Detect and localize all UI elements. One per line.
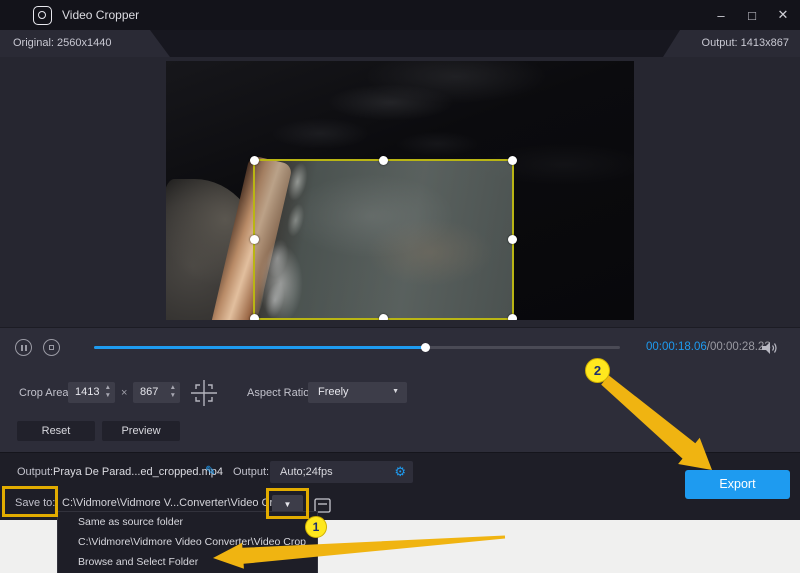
times-glyph: × — [121, 387, 127, 399]
crop-handle-top-left[interactable] — [250, 156, 259, 165]
rename-icon[interactable]: ✎ — [205, 463, 216, 479]
window-controls: – □ ✕ — [714, 0, 790, 30]
seek-slider-progress — [94, 346, 425, 349]
video-preview-area — [0, 57, 800, 327]
original-resolution-tab: Original: 2560x1440 — [0, 30, 170, 57]
output-file-label: Output: — [17, 466, 53, 478]
save-path-value: C:\Vidmore\Vidmore V...Converter\Video C… — [62, 497, 285, 509]
menu-item-browse[interactable]: Browse and Select Folder — [58, 552, 317, 572]
aspect-ratio-select[interactable]: Freely ▼ — [308, 382, 407, 403]
aspect-ratio-label: Aspect Ratio: — [247, 387, 312, 399]
aspect-ratio-value: Freely — [318, 386, 349, 398]
crop-selection-rect[interactable] — [253, 159, 514, 320]
video-frame — [166, 61, 634, 320]
top-info-bar: Original: 2560x1440 + Change Source File… — [0, 30, 800, 57]
time-display: 00:00:18.06/00:00:28.23 — [646, 341, 771, 353]
save-to-menu: Same as source folder C:\Vidmore\Vidmore… — [57, 511, 318, 573]
close-button[interactable]: ✕ — [776, 7, 790, 23]
crop-height-value[interactable]: 867 — [140, 386, 158, 398]
playback-bar: 00:00:18.06/00:00:28.23 — [0, 327, 800, 372]
crop-handle-bottom-left[interactable] — [250, 314, 259, 320]
stop-button[interactable] — [43, 339, 60, 356]
menu-item-same-as-source[interactable]: Same as source folder — [58, 512, 317, 532]
output-format-value: Auto;24fps — [280, 466, 333, 478]
aspect-dropdown-icon: ▼ — [392, 388, 399, 395]
action-buttons-row: Reset Preview — [0, 415, 800, 452]
volume-icon[interactable] — [762, 341, 780, 356]
crop-height-stepper[interactable]: 867 ▲▼ — [133, 382, 180, 403]
width-down-icon: ▼ — [105, 392, 111, 400]
crop-handle-top-right[interactable] — [508, 156, 517, 165]
width-up-icon: ▲ — [105, 384, 111, 392]
output-format-select[interactable]: Auto;24fps ⚙ — [270, 461, 413, 483]
step-1-badge: 1 — [305, 516, 327, 538]
current-time: 00:00:18.06 — [646, 341, 707, 353]
output-panel: Output: Praya De Parad...ed_cropped.mp4 … — [0, 452, 800, 520]
crop-handle-middle-left[interactable] — [250, 235, 259, 244]
pause-button[interactable] — [15, 339, 32, 356]
height-down-icon: ▼ — [170, 392, 176, 400]
crop-handle-bottom-right[interactable] — [508, 314, 517, 320]
height-up-icon: ▲ — [170, 384, 176, 392]
maximize-button[interactable]: □ — [745, 8, 759, 23]
export-button[interactable]: Export — [685, 470, 790, 499]
crop-handle-middle-right[interactable] — [508, 235, 517, 244]
crop-area-label: Crop Area: — [19, 387, 72, 399]
crop-handle-bottom-middle[interactable] — [379, 314, 388, 320]
title-bar: Video Cropper – □ ✕ — [0, 0, 800, 30]
crop-width-value[interactable]: 1413 — [75, 386, 99, 398]
save-to-label: Save to: — [15, 497, 55, 509]
step-2-badge: 2 — [585, 358, 610, 383]
minimize-button[interactable]: – — [714, 8, 728, 23]
window-title: Video Cropper — [62, 8, 139, 22]
gear-icon[interactable]: ⚙ — [394, 464, 406, 480]
reset-button[interactable]: Reset — [17, 421, 95, 441]
crop-controls-row: Crop Area: 1413 ▲▼ × 867 ▲▼ Aspect Ratio… — [0, 372, 800, 415]
output-file-name: Praya De Parad...ed_cropped.mp4 — [53, 466, 223, 478]
crop-handle-top-middle[interactable] — [379, 156, 388, 165]
output-format-label: Output: — [233, 466, 269, 478]
preview-button[interactable]: Preview — [102, 421, 180, 441]
seek-slider-thumb[interactable] — [421, 343, 430, 352]
output-resolution-tab: Output: 1413x867 — [663, 30, 800, 57]
menu-item-default-path[interactable]: C:\Vidmore\Vidmore Video Converter\Video… — [58, 532, 317, 552]
crop-width-stepper[interactable]: 1413 ▲▼ — [68, 382, 115, 403]
video-cropper-window: Video Cropper – □ ✕ Original: 2560x1440 … — [0, 0, 800, 573]
app-logo-icon — [33, 6, 52, 25]
center-crop-icon[interactable] — [190, 379, 218, 407]
seek-slider[interactable] — [94, 346, 620, 349]
